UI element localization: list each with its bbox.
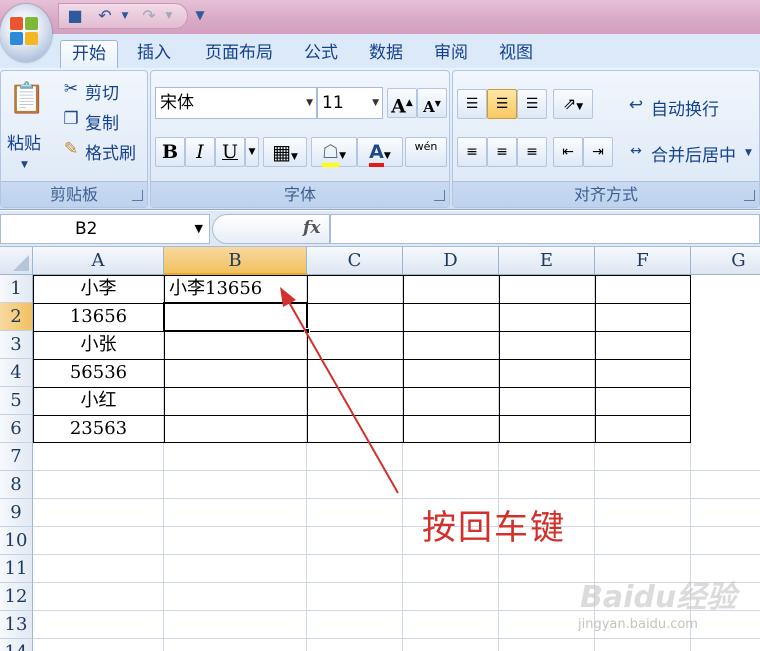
- align-right-button[interactable]: ≡: [517, 137, 547, 167]
- font-size-select[interactable]: 11 ▼: [317, 87, 383, 119]
- ribbon: 📋 粘贴 ▼ ✂ 剪切 ❐ 复制 ✎ 格式刷 剪贴板 宋体 ▼ 11 ▼ A▲ …: [0, 68, 760, 210]
- baidu-watermark: Baidu经验: [580, 580, 737, 615]
- underline-dropdown-icon[interactable]: ▼: [245, 137, 259, 167]
- undo-icon[interactable]: ↶: [95, 7, 115, 25]
- align-left-button[interactable]: ≡: [457, 137, 487, 167]
- save-icon[interactable]: ■: [65, 7, 85, 25]
- decrease-indent-button[interactable]: ⇤: [553, 137, 583, 167]
- wrap-text-icon[interactable]: ↩: [625, 95, 647, 115]
- chevron-down-icon: ▼: [372, 98, 379, 108]
- clipboard-group-label: 剪贴板: [1, 181, 147, 207]
- format-painter-button[interactable]: 格式刷: [85, 139, 136, 164]
- bold-button[interactable]: B: [155, 137, 185, 167]
- font-size-value: 11: [322, 93, 344, 113]
- middle-align-button[interactable]: ☰: [487, 89, 517, 119]
- fill-color-button[interactable]: ☖▼: [311, 137, 357, 167]
- merge-center-button[interactable]: 合并后居中: [651, 141, 736, 166]
- cut-button[interactable]: 剪切: [85, 79, 119, 104]
- insert-function-icon[interactable]: fx: [303, 218, 320, 238]
- merge-center-icon[interactable]: ↔: [625, 141, 647, 161]
- fill-color-icon: ☖: [322, 141, 340, 167]
- quick-access-toolbar: ■ ↶ ▼ ↷ ▼: [58, 3, 188, 29]
- clipboard-launcher-icon[interactable]: [132, 190, 143, 201]
- function-area: fx: [212, 214, 330, 244]
- annotation-text: 按回车键: [422, 508, 566, 548]
- font-name-select[interactable]: 宋体 ▼: [155, 87, 317, 119]
- tab-view[interactable]: 视图: [490, 40, 542, 68]
- merge-dropdown-icon[interactable]: ▼: [745, 143, 752, 163]
- chevron-down-icon: ▼: [306, 98, 313, 108]
- tab-formulas[interactable]: 公式: [295, 40, 347, 68]
- redo-dropdown-icon[interactable]: ▼: [159, 7, 179, 25]
- cut-icon[interactable]: ✂: [61, 79, 81, 99]
- tab-review[interactable]: 审阅: [425, 40, 477, 68]
- orientation-button[interactable]: ⇗▼: [553, 89, 593, 119]
- name-box-value: B2: [75, 219, 98, 239]
- formula-bar: B2 ▼ fx: [0, 211, 760, 247]
- tab-page-layout[interactable]: 页面布局: [194, 40, 284, 68]
- borders-icon: ▦: [272, 140, 291, 164]
- paste-icon[interactable]: 📋: [7, 77, 47, 121]
- name-box[interactable]: B2 ▼: [0, 214, 210, 244]
- tab-data[interactable]: 数据: [360, 40, 412, 68]
- alignment-group: ☰ ☰ ☰ ⇗▼ ≡ ≡ ≡ ⇤ ⇥ ↩ 自动换行 ↔ 合并后居中 ▼ 对齐方式: [452, 70, 760, 208]
- tab-home[interactable]: 开始: [60, 40, 118, 68]
- customize-qat-icon[interactable]: ▼: [190, 6, 210, 24]
- paste-button[interactable]: 粘贴: [7, 129, 41, 154]
- office-button[interactable]: [0, 4, 52, 62]
- formula-input[interactable]: [330, 214, 760, 244]
- copy-icon[interactable]: ❐: [61, 109, 81, 129]
- text-orientation-icon: ⇗: [562, 94, 577, 113]
- font-color-button[interactable]: A▼: [357, 137, 403, 167]
- copy-button[interactable]: 复制: [85, 109, 119, 134]
- tab-insert[interactable]: 插入: [128, 40, 180, 68]
- redo-icon[interactable]: ↷: [139, 7, 159, 25]
- font-group: 宋体 ▼ 11 ▼ A▲ A▼ B I U ▼ ▦▼ ☖▼ A▼ wén 字体: [150, 70, 450, 208]
- format-painter-icon[interactable]: ✎: [61, 139, 81, 159]
- phonetic-guide-button[interactable]: wén: [405, 137, 447, 167]
- italic-button[interactable]: I: [185, 137, 215, 167]
- clipboard-group: 📋 粘贴 ▼ ✂ 剪切 ❐ 复制 ✎ 格式刷 剪贴板: [0, 70, 148, 208]
- grow-font-button[interactable]: A▲: [387, 88, 417, 118]
- top-align-button[interactable]: ☰: [457, 89, 487, 119]
- phonetic-icon: wén: [414, 140, 438, 153]
- office-logo-icon: [10, 17, 40, 47]
- undo-dropdown-icon[interactable]: ▼: [115, 7, 135, 25]
- baidu-watermark-url: jingyan.baidu.com: [578, 617, 698, 632]
- wrap-text-button[interactable]: 自动换行: [651, 95, 719, 120]
- spreadsheet-grid: A B C D E F G 1 2 3 4 5 6 7 8 9 10 11 12…: [0, 247, 760, 651]
- bottom-align-button[interactable]: ☰: [517, 89, 547, 119]
- ribbon-tab-row: 开始 插入 页面布局 公式 数据 审阅 视图: [0, 34, 760, 70]
- borders-button[interactable]: ▦▼: [263, 137, 307, 167]
- chevron-down-icon[interactable]: ▼: [195, 215, 203, 243]
- paste-dropdown-icon[interactable]: ▼: [21, 155, 28, 175]
- align-center-button[interactable]: ≡: [487, 137, 517, 167]
- increase-indent-button[interactable]: ⇥: [583, 137, 613, 167]
- font-color-icon: A: [369, 141, 384, 167]
- underline-button[interactable]: U: [215, 137, 245, 167]
- shrink-font-button[interactable]: A▼: [417, 88, 447, 118]
- font-name-value: 宋体: [160, 93, 194, 113]
- alignment-group-label: 对齐方式: [453, 181, 759, 207]
- alignment-launcher-icon[interactable]: [744, 190, 755, 201]
- font-group-label: 字体: [151, 181, 449, 207]
- font-launcher-icon[interactable]: [434, 190, 445, 201]
